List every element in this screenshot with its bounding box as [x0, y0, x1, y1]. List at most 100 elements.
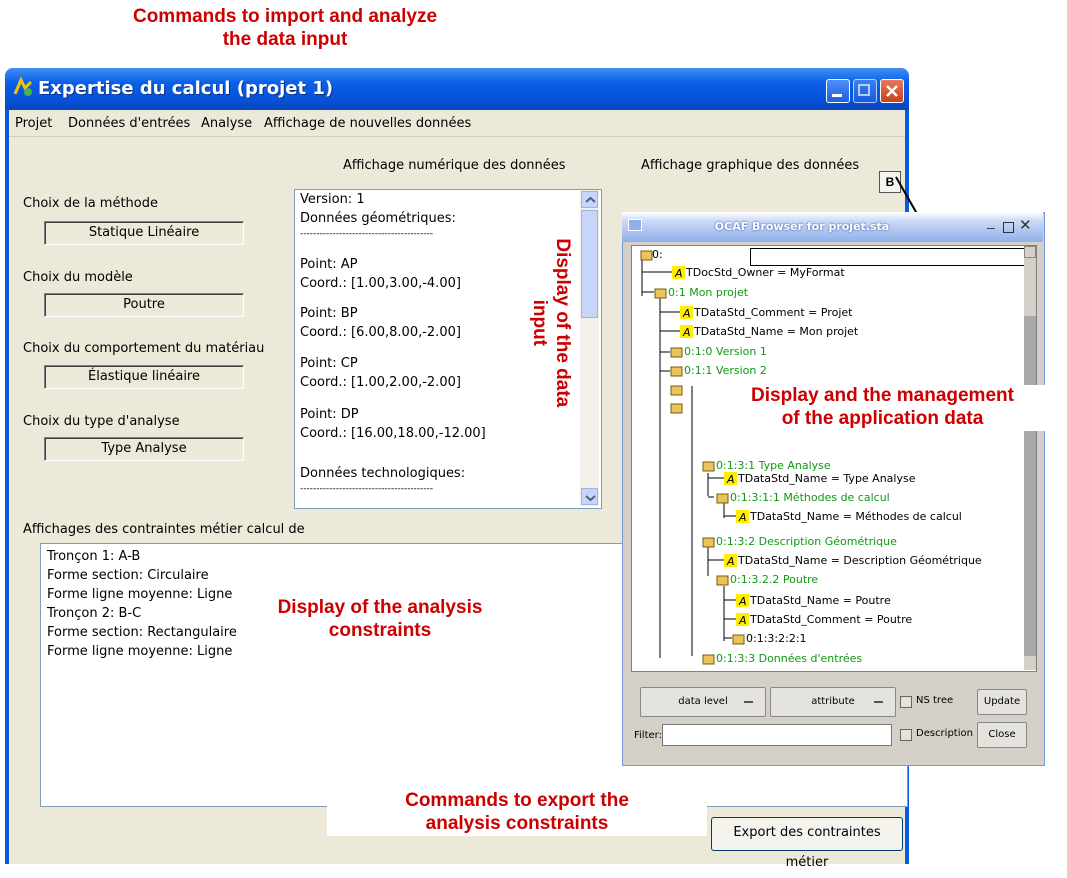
description-checkbox[interactable] [900, 729, 912, 741]
menu-analyse[interactable]: Analyse [201, 116, 252, 131]
tree-node-root[interactable]: 0: [652, 248, 663, 261]
folder-icon [716, 573, 729, 586]
ocaf-minimize-icon[interactable]: – [987, 219, 995, 235]
folder-icon [670, 401, 683, 414]
tree-node[interactable]: 0:1:3:3 Données d'entrées [716, 652, 862, 665]
attribute-icon: A [680, 325, 693, 339]
data-level-dropdown[interactable]: data level [640, 687, 766, 717]
numeric-scrollbar[interactable] [580, 190, 599, 506]
annotation-import-line2: the data input [222, 28, 348, 50]
numeric-line: Point: BP [300, 306, 358, 321]
tree-node[interactable]: 0:1:3.2.2 Poutre [730, 573, 818, 586]
method-field[interactable]: Statique Linéaire [44, 221, 244, 245]
svg-text:A: A [738, 511, 747, 523]
tree-node[interactable]: TDataStd_Name = Description Géométrique [738, 554, 982, 567]
folder-icon [702, 459, 715, 472]
tree-selection-box [750, 248, 1032, 266]
folder-icon [654, 286, 667, 299]
numeric-line: Point: AP [300, 257, 358, 272]
constraint-line: Forme section: Rectangulaire [47, 625, 237, 640]
close-button[interactable]: Close [977, 722, 1027, 748]
folder-icon [716, 491, 729, 504]
attribute-dropdown[interactable]: attribute [770, 687, 896, 717]
annotation-constraints-line2: constraints [328, 619, 432, 641]
folder-icon [670, 383, 683, 396]
app-icon [13, 76, 33, 96]
svg-text:A: A [674, 267, 683, 279]
numeric-line: Coord.: [1.00,3.00,-4.00] [300, 276, 461, 291]
filter-input[interactable] [662, 724, 892, 746]
maximize-icon[interactable] [853, 79, 877, 103]
numeric-line: Données géométriques: [300, 211, 456, 226]
menu-affichage[interactable]: Affichage de nouvelles données [264, 116, 471, 131]
tree-node[interactable]: TDataStd_Name = Poutre [750, 594, 891, 607]
menu-projet[interactable]: Projet [15, 116, 52, 131]
tree-node[interactable]: 0:1:3:2 Description Géométrique [716, 535, 897, 548]
annotation-import-line1: Commands to import and analyze [132, 6, 438, 27]
constraint-line: Forme ligne moyenne: Ligne [47, 644, 233, 659]
tree-node[interactable]: TDataStd_Comment = Projet [694, 306, 852, 319]
svg-text:A: A [726, 473, 735, 485]
folder-icon [670, 345, 683, 358]
tree-node[interactable]: 0:1 Mon projet [668, 286, 748, 299]
folder-icon [640, 248, 653, 261]
folder-icon [702, 652, 715, 665]
update-button[interactable]: Update [977, 689, 1027, 715]
tree-node[interactable]: TDataStd_Name = Méthodes de calcul [750, 510, 962, 523]
scroll-up-icon[interactable] [581, 191, 598, 208]
ns-tree-checkbox[interactable] [900, 696, 912, 708]
numeric-line: Coord.: [16.00,18.00,-12.00] [300, 426, 486, 441]
tree-node[interactable]: TDataStd_Name = Type Analyse [738, 472, 916, 485]
annotation-export-line1: Commands to export the [405, 790, 629, 811]
model-field[interactable]: Poutre [44, 293, 244, 317]
tree-scrollbar[interactable] [1024, 246, 1036, 670]
analysis-type-label: Choix du type d'analyse [23, 414, 180, 429]
annotation-constraints-line1: Display of the analysis [277, 597, 483, 618]
constraint-line: Tronçon 1: A-B [47, 549, 141, 564]
constraint-line: Forme ligne moyenne: Ligne [47, 587, 233, 602]
constraint-line: Tronçon 2: B-C [47, 606, 142, 621]
numeric-line: Version: 1 [300, 192, 365, 207]
minimize-icon[interactable] [826, 79, 850, 103]
ocaf-maximize-icon[interactable] [1003, 222, 1014, 233]
attribute-icon: A [736, 510, 749, 524]
ns-tree-label: NS tree [916, 695, 954, 706]
menu-bar: Projet Données d'entrées Analyse Afficha… [9, 112, 905, 137]
tree-node[interactable]: 0:1:0 Version 1 [684, 345, 767, 358]
numeric-line: Coord.: [1.00,2.00,-2.00] [300, 375, 461, 390]
tree-scroll-up-icon[interactable] [1024, 246, 1036, 258]
analysis-type-field[interactable]: Type Analyse [44, 437, 244, 461]
annotation-data-input-line1: Display of the data [551, 238, 573, 408]
export-button[interactable]: Export des contraintes métier [711, 817, 903, 870]
tree-node[interactable]: 0:1:3:2:2:1 [746, 632, 807, 645]
numeric-line: ----------------------------------------… [300, 229, 434, 239]
folder-icon [670, 364, 683, 377]
attribute-icon: A [724, 554, 737, 568]
tree-node[interactable]: TDataStd_Name = Mon projet [694, 325, 858, 338]
ocaf-title: OCAF Browser for projet.sta [714, 220, 890, 233]
material-field[interactable]: Élastique linéaire [44, 365, 244, 389]
close-icon[interactable] [880, 79, 904, 103]
tree-scroll-thumb[interactable] [1024, 316, 1036, 656]
constraint-line: Forme section: Circulaire [47, 568, 209, 583]
tree-node[interactable]: TDocStd_Owner = MyFormat [686, 266, 845, 279]
attribute-icon: A [724, 472, 737, 486]
svg-text:A: A [726, 555, 735, 567]
tree-node[interactable]: TDataStd_Comment = Poutre [750, 613, 912, 626]
scroll-down-icon[interactable] [581, 488, 598, 505]
scroll-thumb[interactable] [581, 210, 598, 318]
ocaf-tree-view[interactable]: 0: TDocStd_Owner = MyFormat 0:1 Mon proj… [631, 245, 1037, 672]
annotation-app-data: Display and the management of the applic… [700, 385, 1065, 431]
ocaf-close-icon[interactable]: ✕ [1019, 216, 1032, 234]
annotation-export-line2: analysis constraints [425, 812, 609, 834]
folder-icon [732, 632, 745, 645]
annotation-export: Commands to export the analysis constrai… [327, 790, 707, 836]
menu-donnees-entrees[interactable]: Données d'entrées [68, 116, 190, 131]
tree-node[interactable]: 0:1:3:1 Type Analyse [716, 459, 831, 472]
tree-node[interactable]: 0:1:3:1:1 Méthodes de calcul [730, 491, 890, 504]
numeric-line: ----------------------------------------… [300, 484, 434, 494]
constraints-label: Affichages des contraintes métier calcul… [23, 522, 305, 537]
tree-node[interactable]: 0:1:1 Version 2 [684, 364, 767, 374]
numeric-line: Point: DP [300, 407, 359, 422]
annotation-app-data-line1: Display and the management [751, 385, 1014, 406]
